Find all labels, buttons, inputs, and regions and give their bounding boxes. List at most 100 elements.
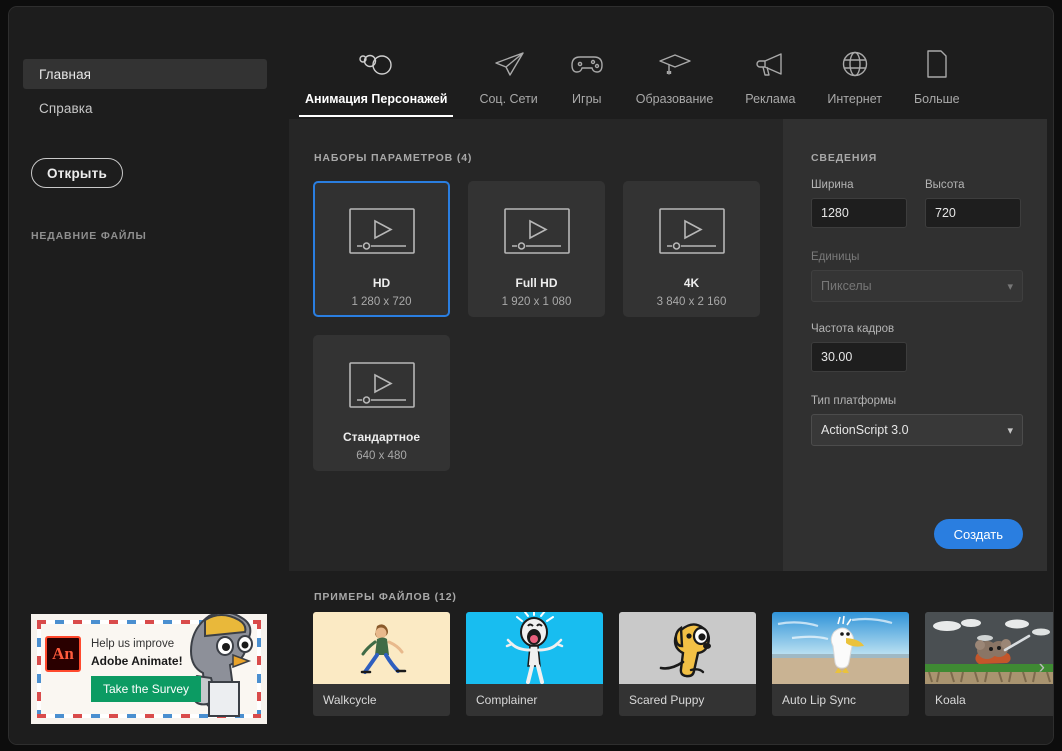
sample-files-section: ПРИМЕРЫ ФАЙЛОВ (12) Walkcycle Complainer… (289, 579, 1053, 744)
preset-dimensions: 1 920 x 1 080 (501, 296, 572, 308)
preset-dimensions: 1 280 x 720 (351, 296, 412, 308)
preset-dimensions: 3 840 x 2 160 (656, 296, 727, 308)
video-preset-icon (346, 359, 418, 416)
tab-more-label: Больше (913, 92, 960, 106)
tab-advertising[interactable]: Реклама (729, 31, 811, 117)
open-button[interactable]: Открыть (31, 158, 123, 188)
tab-games-label: Игры (572, 92, 602, 106)
preset-card-hd[interactable]: HD 1 280 x 720 (313, 181, 450, 317)
paper-plane-icon (493, 44, 525, 84)
units-label: Единицы (811, 251, 860, 263)
width-value: 1280 (821, 206, 849, 220)
gamepad-icon (570, 44, 604, 84)
sample-name: Walkcycle (323, 693, 377, 707)
sample-files-heading: ПРИМЕРЫ ФАЙЛОВ (12) (314, 591, 457, 603)
tab-more[interactable]: Больше (898, 31, 976, 117)
size-row: Ширина 1280 Высота 720 (811, 179, 1021, 228)
preset-name: HD (372, 276, 391, 290)
width-label: Ширина (811, 179, 854, 191)
sample-thumbnail (772, 612, 909, 684)
recent-files-heading: НЕДАВНИЕ ФАЙЛЫ (31, 230, 147, 242)
preset-card-full-hd[interactable]: Full HD 1 920 x 1 080 (468, 181, 605, 317)
sidebar-item-help[interactable]: Справка (23, 93, 267, 123)
tab-web[interactable]: Интернет (811, 31, 898, 117)
preset-dimensions: 640 x 480 (356, 450, 407, 462)
promo-line-2: Adobe Animate! (91, 654, 183, 668)
units-group: Единицы Пикселы ▾ (811, 251, 1023, 302)
sidebar-item-home-label: Главная (39, 66, 92, 82)
presets-grid: HD 1 280 x 720 Full HD 1 920 x 1 080 4K … (313, 181, 783, 471)
sample-thumbnail (466, 612, 603, 684)
chevron-down-icon: ▾ (1007, 280, 1013, 293)
chevron-down-icon: ▾ (1007, 424, 1013, 437)
sample-thumbnail (313, 612, 450, 684)
tab-social[interactable]: Соц. Сети (463, 31, 553, 117)
units-value: Пикселы (821, 279, 872, 293)
video-preset-icon (501, 205, 573, 262)
sample-thumbnail (925, 612, 1053, 684)
sample-card-complainer[interactable]: Complainer (466, 612, 603, 716)
framerate-label: Частота кадров (811, 323, 895, 335)
video-preset-icon (346, 205, 418, 262)
tab-education[interactable]: Образование (620, 31, 729, 117)
sidebar-item-home[interactable]: Главная (23, 59, 267, 89)
preset-name: Full HD (515, 276, 558, 290)
document-icon (925, 44, 949, 84)
width-group: Ширина 1280 (811, 179, 907, 228)
graduation-cap-icon (658, 44, 692, 84)
sample-card-koala[interactable]: Koala (925, 612, 1053, 716)
details-heading: СВЕДЕНИЯ (811, 152, 878, 164)
video-preset-icon (656, 205, 728, 262)
width-input[interactable]: 1280 (811, 198, 907, 228)
sample-name: Complainer (476, 693, 538, 707)
tab-games[interactable]: Игры (554, 31, 620, 117)
app-window: Главная Справка Открыть НЕДАВНИЕ ФАЙЛЫ A… (8, 6, 1054, 745)
sample-name: Koala (935, 693, 966, 707)
preset-card-standard[interactable]: Стандартное 640 x 480 (313, 335, 450, 471)
framerate-group: Частота кадров 30.00 (811, 323, 907, 372)
details-panel: СВЕДЕНИЯ Ширина 1280 Высота 720 Единицы … (783, 119, 1047, 571)
sidebar-item-help-label: Справка (39, 100, 93, 116)
tab-character-animation-label: Анимация Персонажей (305, 92, 448, 106)
chevron-right-icon[interactable]: › (1039, 657, 1045, 679)
pigeon-mascot-icon (189, 614, 253, 717)
platform-label: Тип платформы (811, 395, 897, 407)
sample-name: Auto Lip Sync (782, 693, 857, 707)
tab-advertising-label: Реклама (745, 92, 796, 106)
adobe-animate-logo-icon: An (45, 636, 81, 672)
presets-heading: НАБОРЫ ПАРАМЕТРОВ (4) (314, 152, 473, 164)
sample-thumbnail (619, 612, 756, 684)
preset-card-4k[interactable]: 4K 3 840 x 2 160 (623, 181, 760, 317)
create-button[interactable]: Создать (933, 519, 1023, 549)
tab-education-label: Образование (635, 92, 714, 106)
take-survey-button[interactable]: Take the Survey (91, 676, 202, 702)
tab-character-animation[interactable]: Анимация Персонажей (289, 31, 463, 117)
promo-line-1: Help us improve (91, 638, 175, 650)
height-label: Высота (925, 179, 965, 191)
platform-select[interactable]: ActionScript 3.0 ▾ (811, 414, 1023, 446)
units-select: Пикселы ▾ (811, 270, 1023, 302)
megaphone-icon (755, 44, 785, 84)
character-animation-icon (358, 44, 394, 84)
sample-card-walkcycle[interactable]: Walkcycle (313, 612, 450, 716)
presets-panel: НАБОРЫ ПАРАМЕТРОВ (4) HD 1 280 x 720 Ful… (289, 119, 783, 571)
globe-icon (841, 44, 869, 84)
tab-social-label: Соц. Сети (479, 92, 538, 106)
framerate-value: 30.00 (821, 350, 853, 364)
sample-card-scared-puppy[interactable]: Scared Puppy (619, 612, 756, 716)
preset-name: Стандартное (342, 430, 421, 444)
height-value: 720 (935, 206, 956, 220)
sample-files-row: Walkcycle Complainer Scared Puppy Auto L… (313, 612, 1053, 716)
sample-name: Scared Puppy (629, 693, 705, 707)
height-group: Высота 720 (925, 179, 1021, 228)
sidebar: Главная Справка Открыть НЕДАВНИЕ ФАЙЛЫ A… (9, 7, 281, 744)
category-tabbar: Анимация Персонажей Соц. Сети Игры Образ… (281, 7, 1053, 117)
survey-promo-banner[interactable]: An Help us improve Adobe Animate! Take t… (31, 614, 267, 724)
tabs-container: Анимация Персонажей Соц. Сети Игры Образ… (281, 7, 1053, 117)
sample-card-auto-lip-sync[interactable]: Auto Lip Sync (772, 612, 909, 716)
platform-group: Тип платформы ActionScript 3.0 ▾ (811, 395, 1023, 446)
framerate-input[interactable]: 30.00 (811, 342, 907, 372)
platform-value: ActionScript 3.0 (821, 423, 909, 437)
preset-name: 4K (683, 276, 700, 290)
height-input[interactable]: 720 (925, 198, 1021, 228)
